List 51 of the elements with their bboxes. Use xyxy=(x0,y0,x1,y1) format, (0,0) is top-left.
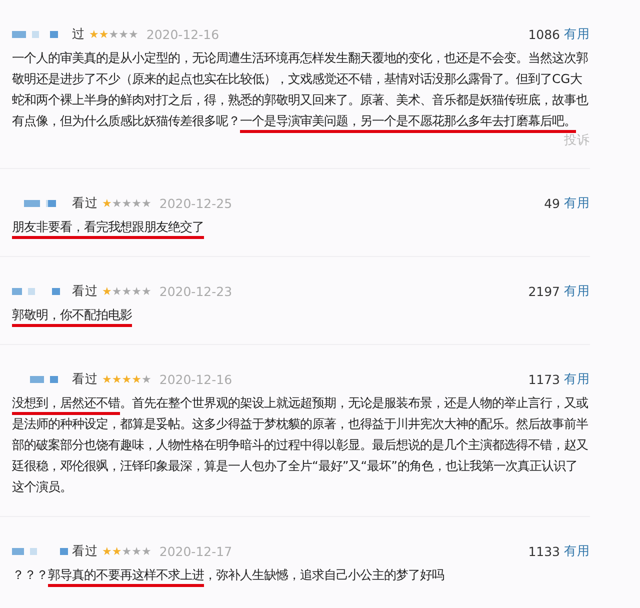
star-icon: ★ xyxy=(142,372,152,386)
star-icon: ★ xyxy=(102,196,112,210)
star-icon: ★ xyxy=(122,196,132,210)
star-icon: ★ xyxy=(122,372,132,386)
useful-link[interactable]: 有用 xyxy=(564,542,590,560)
watched-status: 过 xyxy=(72,26,85,42)
star-icon: ★ xyxy=(132,196,142,210)
watched-status: 看过 xyxy=(72,282,98,300)
vote-count: 1173 xyxy=(528,372,560,386)
star-icon: ★ xyxy=(122,544,132,558)
star-icon: ★ xyxy=(102,544,112,558)
star-icon: ★ xyxy=(132,544,142,558)
star-icon: ★ xyxy=(108,28,119,40)
star-icon: ★ xyxy=(142,196,152,210)
watched-status: 看过 xyxy=(72,542,98,560)
star-icon: ★ xyxy=(112,372,122,386)
review-text: 郭敬明，你不配拍电影 xyxy=(12,305,588,326)
review-date: 2020-12-16 xyxy=(159,372,232,386)
review-text: 朋友非要看，看完我想跟朋友绝交了 xyxy=(12,217,588,238)
watched-status: 看过 xyxy=(72,194,98,212)
vote-count: 1086 xyxy=(528,26,560,42)
vote-count: 2197 xyxy=(528,284,560,298)
review-date: 2020-12-25 xyxy=(159,196,232,210)
star-icon: ★ xyxy=(98,28,109,40)
watched-status: 看过 xyxy=(72,370,98,388)
review-text: ？？？郭导真的不要再这样不求上进，弥补人生缺憾，追求自己小公主的梦了好吗 xyxy=(12,565,588,586)
star-icon: ★ xyxy=(132,284,142,298)
useful-link[interactable]: 有用 xyxy=(564,194,590,212)
star-icon: ★ xyxy=(102,284,112,298)
vote-count: 49 xyxy=(544,196,560,210)
review-text: 一个人的审美真的是从小定型的，无论周遭生活环境再怎样发生翻天覆地的变化，也还是不会变。当然这次郭敬明还是进步了不少（原来的起点也实在比较低），文戏感觉还不错，基情对话没那么露骨了。但到了CG大蛇和两个裸上半身的鲜肉对打之后，得，熟悉的郭敬明又回来了。原著、美术、音乐都是妖猫传班底，故事也有点像，但为什么质感比妖猫传差很多呢？一个是导演审美问题，另一个是不愿花那么多年去打磨幕后吧。 xyxy=(12,48,588,132)
review-date: 2020-12-17 xyxy=(159,544,232,558)
star-icon: ★ xyxy=(118,28,128,40)
star-icon: ★ xyxy=(102,372,112,386)
star-icon: ★ xyxy=(128,28,138,40)
review-date: 2020-12-16 xyxy=(146,26,220,42)
vote-count: 1133 xyxy=(528,544,560,558)
blurred-username-icon xyxy=(12,545,68,557)
star-icon: ★ xyxy=(122,284,132,298)
star-icon: ★ xyxy=(112,196,122,210)
star-icon: ★ xyxy=(132,372,142,386)
star-icon: ★ xyxy=(112,284,122,298)
useful-link[interactable]: 有用 xyxy=(564,282,590,300)
review-text: 没想到，居然还不错。首先在整个世界观的架设上就远超预期，无论是服装布景，还是人物的举止言行，又或是法师的种种设定，都算是妥帖。这多少得益于梦枕貘的原著，也得益于川井宪次大神的配乐。然后故事前半部的破案部分也饶有趣味，人物性格在明争暗斗的过程中得以彰显。最后想说的是几个主演都选得不错，赵又廷很稳，邓伦很飒，汪铎印象最深，算是一人包办了全片“最好”又“最坏”的角色，也让我第一次真正认识了这个演员。 xyxy=(12,395,588,496)
star-icon: ★ xyxy=(112,544,122,558)
review-date: 2020-12-23 xyxy=(159,284,232,298)
star-icon: ★ xyxy=(89,28,99,40)
star-icon: ★ xyxy=(142,284,152,298)
star-icon: ★ xyxy=(142,544,152,558)
useful-link[interactable]: 有用 xyxy=(564,26,590,42)
useful-link[interactable]: 有用 xyxy=(564,370,590,388)
